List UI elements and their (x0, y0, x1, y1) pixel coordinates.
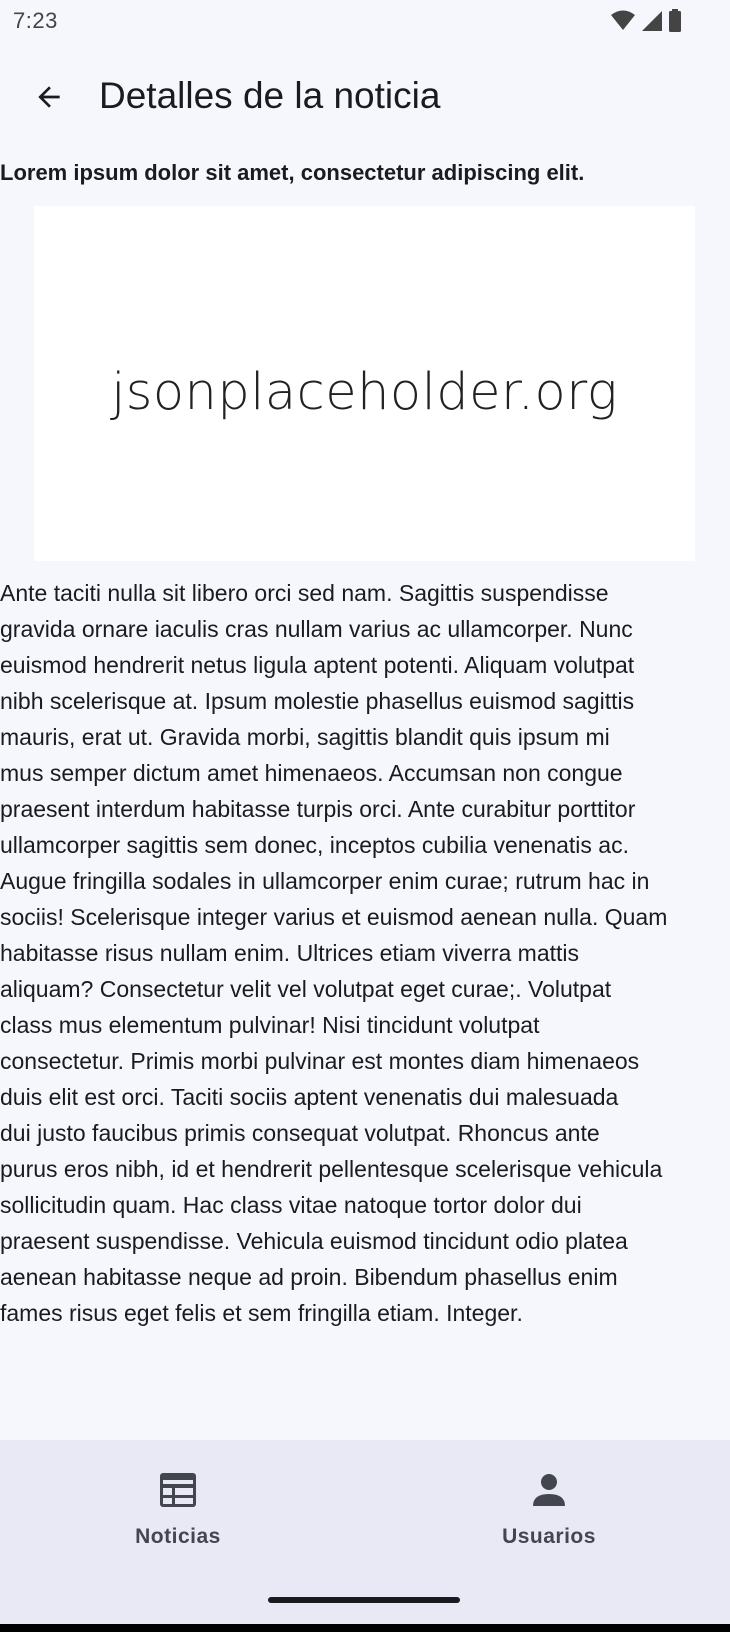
status-icons (610, 9, 682, 33)
back-button[interactable] (25, 75, 73, 123)
news-body-line: euismod hendrerit netus ligula aptent po… (0, 652, 635, 678)
app-screen: 7:23 Detalles de la noticia Lorem ipsum … (0, 0, 730, 1624)
news-body-line: aliquam? Consectetur velit vel volutpat … (0, 976, 612, 1002)
news-icon (158, 1470, 198, 1510)
news-body-line: praesent suspendisse. Vehicula euismod t… (0, 1228, 628, 1254)
nav-label-usuarios: Usuarios (502, 1525, 596, 1548)
nav-item-noticias[interactable]: Noticias (78, 1470, 278, 1570)
page-title: Detalles de la noticia (99, 75, 441, 116)
news-body-line: dui justo faucibus primis consequat volu… (0, 1120, 600, 1146)
news-body-line: mus semper dictum amet himenaeos. Accums… (0, 760, 623, 786)
person-icon (529, 1470, 569, 1510)
news-body-line: mauris, erat ut. Gravida morbi, sagittis… (0, 724, 610, 750)
news-body-line: nibh scelerisque at. Ipsum molestie phas… (0, 688, 635, 714)
news-body-line: praesent interdum habitasse turpis orci.… (0, 796, 636, 822)
news-body-line: consectetur. Primis morbi pulvinar est m… (0, 1048, 640, 1074)
arrow-back-icon (33, 81, 65, 118)
news-body-line: purus eros nibh, id et hendrerit pellent… (0, 1156, 663, 1182)
wifi-icon (610, 9, 636, 33)
news-body-line: sociis! Scelerisque integer varius et eu… (0, 904, 668, 930)
cellular-signal-icon (640, 9, 664, 33)
news-body-line: duis elit est orci. Taciti sociis aptent… (0, 1084, 619, 1110)
news-body-line: sollicitudin quam. Hac class vitae natoq… (0, 1192, 582, 1218)
news-body-line: Ante taciti nulla sit libero orci sed na… (0, 580, 609, 606)
news-body-line: aenean habitasse neque ad proin. Bibendu… (0, 1264, 618, 1290)
news-headline: Lorem ipsum dolor sit amet, consectetur … (0, 160, 585, 185)
news-image-text: jsonplaceholder.org (111, 363, 618, 422)
news-body-line: ullamcorper sagittis sem donec, inceptos… (0, 832, 629, 858)
news-body-line: habitasse risus nullam enim. Ultrices et… (0, 940, 580, 966)
status-bar: 7:23 (0, 0, 730, 44)
news-body-line: gravida ornare iaculis cras nullam variu… (0, 616, 633, 642)
battery-icon (668, 9, 682, 33)
top-app-bar: Detalles de la noticia (0, 55, 730, 143)
news-body-line: Augue fringilla sodales in ullamcorper e… (0, 868, 650, 894)
nav-label-noticias: Noticias (135, 1525, 221, 1548)
news-body: Ante taciti nulla sit libero orci sed na… (0, 575, 730, 1331)
news-image: jsonplaceholder.org (34, 206, 695, 561)
status-time: 7:23 (13, 8, 58, 33)
news-body-line: fames risus eget felis et sem fringilla … (0, 1300, 523, 1326)
nav-item-usuarios[interactable]: Usuarios (449, 1470, 649, 1570)
news-body-line: class mus elementum pulvinar! Nisi tinci… (0, 1012, 540, 1038)
home-indicator[interactable] (268, 1597, 460, 1603)
